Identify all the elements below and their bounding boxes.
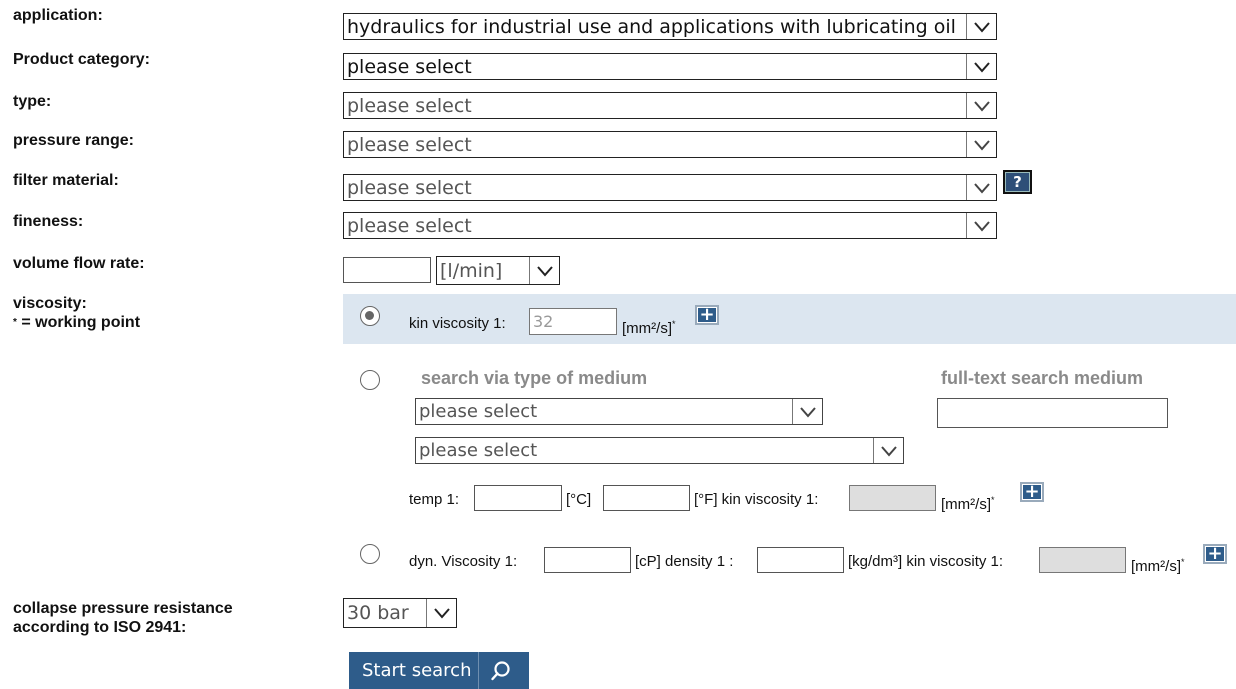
asterisk-mark: * bbox=[1181, 557, 1185, 567]
mm2s-unit: [mm²/s] bbox=[622, 320, 672, 337]
filter-material-select-value: please select bbox=[347, 176, 472, 199]
chevron-down-icon bbox=[966, 54, 996, 79]
chevron-down-icon bbox=[529, 257, 559, 284]
filter-material-label: filter material: bbox=[13, 172, 119, 189]
fahrenheit-kin-label: [°F] kin viscosity 1: bbox=[694, 491, 819, 508]
viscosity-option3-radio[interactable] bbox=[360, 544, 380, 564]
fineness-select[interactable]: please select bbox=[343, 212, 997, 239]
chevron-down-icon bbox=[966, 175, 996, 200]
search-type-medium-header: search via type of medium bbox=[421, 368, 648, 388]
plus-symbol: + bbox=[1024, 481, 1040, 502]
type-label: type: bbox=[13, 93, 52, 110]
density-input[interactable] bbox=[757, 547, 844, 573]
pressure-range-select[interactable]: please select bbox=[343, 131, 997, 158]
density-label: [cP] density 1 : bbox=[635, 553, 734, 570]
viscosity-option1-radio[interactable] bbox=[360, 306, 380, 326]
dyn-viscosity-label: dyn. Viscosity 1: bbox=[409, 553, 518, 570]
kin-viscosity-unit: [mm²/s]* bbox=[622, 315, 676, 338]
collapse-pressure-label-line1: collapse pressure resistance bbox=[13, 600, 233, 617]
temp-celsius-input[interactable] bbox=[474, 485, 562, 511]
mm2s-unit: [mm²/s] bbox=[941, 496, 991, 513]
kin-viscosity-output-2 bbox=[849, 485, 936, 511]
application-select-value: hydraulics for industrial use and applic… bbox=[347, 15, 956, 38]
fulltext-search-header: full-text search medium bbox=[941, 368, 1144, 388]
plus-symbol: + bbox=[699, 304, 715, 325]
collapse-pressure-select-value: 30 bar bbox=[347, 602, 409, 624]
viscosity-label: viscosity: bbox=[13, 295, 87, 312]
chevron-down-icon bbox=[966, 132, 996, 157]
pressure-range-select-value: please select bbox=[347, 133, 472, 156]
help-button-label: ? bbox=[1013, 173, 1022, 191]
mm2s-unit: [mm²/s] bbox=[1131, 558, 1181, 575]
chevron-down-icon bbox=[966, 213, 996, 238]
medium-type-select-2-value: please select bbox=[419, 440, 538, 461]
kin-viscosity-unit-3: [mm²/s]* bbox=[1131, 553, 1185, 576]
fineness-select-value: please select bbox=[347, 214, 472, 237]
application-label: application: bbox=[13, 7, 103, 24]
temp-label: temp 1: bbox=[409, 491, 460, 508]
viscosity-option2-radio[interactable] bbox=[360, 370, 380, 390]
fulltext-search-input[interactable] bbox=[937, 398, 1168, 428]
working-point-note: * = working point bbox=[13, 314, 141, 331]
kg-kin-viscosity-label: [kg/dm³] kin viscosity 1: bbox=[848, 553, 1004, 570]
filter-material-select[interactable]: please select bbox=[343, 174, 997, 201]
asterisk-mark: * bbox=[672, 319, 676, 329]
fineness-label: fineness: bbox=[13, 213, 84, 230]
celsius-unit: [°C] bbox=[566, 491, 592, 508]
type-select-value: please select bbox=[347, 94, 472, 117]
asterisk-mark: * bbox=[991, 495, 995, 505]
medium-type-select-2[interactable]: please select bbox=[415, 437, 904, 464]
volume-flow-rate-input[interactable] bbox=[343, 257, 431, 283]
flow-unit-select-value: [l/min] bbox=[440, 259, 503, 282]
dyn-viscosity-input[interactable] bbox=[544, 547, 631, 573]
volume-flow-rate-label: volume flow rate: bbox=[13, 255, 145, 272]
collapse-pressure-label-line2: according to ISO 2941: bbox=[13, 619, 187, 636]
application-select[interactable]: hydraulics for industrial use and applic… bbox=[343, 13, 997, 40]
chevron-down-icon bbox=[873, 438, 903, 463]
temp-fahrenheit-input[interactable] bbox=[603, 485, 690, 511]
plus-icon[interactable]: + bbox=[695, 305, 719, 325]
product-category-select[interactable]: please select bbox=[343, 53, 997, 80]
chevron-down-icon bbox=[426, 599, 456, 627]
help-icon[interactable]: ? bbox=[1003, 170, 1032, 194]
kin-viscosity-label: kin viscosity 1: bbox=[409, 315, 506, 332]
kin-viscosity-input[interactable]: 32 bbox=[529, 308, 617, 335]
chevron-down-icon bbox=[792, 399, 822, 424]
plus-symbol: + bbox=[1207, 543, 1223, 564]
plus-icon[interactable]: + bbox=[1203, 544, 1227, 564]
chevron-down-icon bbox=[966, 93, 996, 118]
start-search-button[interactable]: Start search bbox=[349, 652, 529, 689]
plus-icon[interactable]: + bbox=[1020, 482, 1044, 502]
flow-unit-select[interactable]: [l/min] bbox=[436, 256, 560, 285]
type-select[interactable]: please select bbox=[343, 92, 997, 119]
product-category-label: Product category: bbox=[13, 51, 150, 68]
kin-viscosity-output-3 bbox=[1039, 547, 1126, 573]
pressure-range-label: pressure range: bbox=[13, 132, 134, 149]
chevron-down-icon bbox=[966, 14, 996, 39]
kin-viscosity-unit-2: [mm²/s]* bbox=[941, 491, 995, 514]
start-search-label: Start search bbox=[362, 660, 472, 681]
medium-type-select-1[interactable]: please select bbox=[415, 398, 823, 425]
medium-type-select-1-value: please select bbox=[419, 401, 538, 422]
working-point-label: = working point bbox=[21, 314, 141, 331]
product-category-select-value: please select bbox=[347, 55, 472, 78]
search-icon bbox=[479, 660, 523, 682]
collapse-pressure-select[interactable]: 30 bar bbox=[343, 598, 457, 628]
